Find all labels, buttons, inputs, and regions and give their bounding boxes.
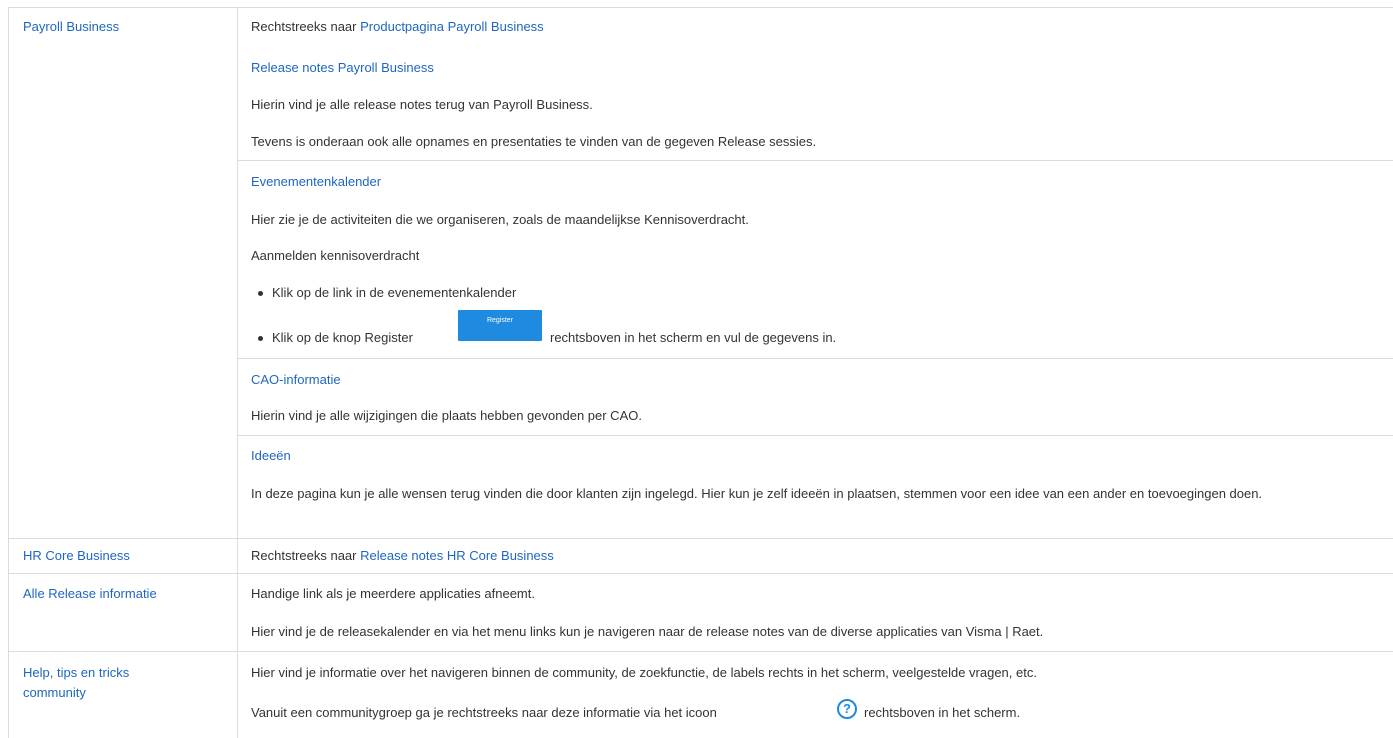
ideeen-link[interactable]: Ideeën (251, 447, 291, 465)
direct-prefix-hr-core: Rechtstreeks naar Release notes HR Core … (251, 547, 554, 565)
cell-divider (237, 358, 1393, 359)
row-divider (8, 573, 1393, 574)
evenementenkalender-link[interactable]: Evenementenkalender (251, 173, 381, 191)
row-divider (8, 651, 1393, 652)
register-button-image: Register (458, 310, 542, 341)
cell-divider (237, 160, 1393, 161)
bullet-text-register-after: rechtsboven in het scherm en vul de gege… (550, 330, 837, 345)
release-notes-hr-core-link[interactable]: Release notes HR Core Business (360, 548, 554, 563)
row-label-payroll-business[interactable]: Payroll Business (23, 18, 119, 36)
bullet-icon (258, 336, 263, 341)
bullet-icon (258, 291, 263, 296)
direct-prefix-payroll: Rechtstreeks naar Productpagina Payroll … (251, 18, 544, 36)
table-left-border (8, 7, 9, 738)
cell-divider (237, 435, 1393, 436)
help-description-2-before: Vanuit een communitygroep ga je rechtstr… (251, 705, 717, 720)
row-label-hr-core-business[interactable]: HR Core Business (23, 547, 130, 565)
register-heading: Aanmelden kennisoverdracht (251, 248, 420, 263)
column-divider (237, 7, 238, 738)
ideas-description: In deze pagina kun je alle wensen terug … (251, 486, 1263, 501)
row-divider (8, 538, 1393, 539)
bullet-text-link-in-calendar: Klik op de link in de evenementenkalende… (272, 285, 517, 300)
bullet-text-register-before: Klik op de knop Register (272, 330, 413, 345)
direct-prefix-text: Rechtstreeks naar (251, 19, 357, 34)
question-circle-icon: ? (837, 699, 857, 719)
row-label-help-community[interactable]: community (23, 684, 86, 702)
row-label-alle-release-informatie[interactable]: Alle Release informatie (23, 585, 157, 603)
direct-prefix-text: Rechtstreeks naar (251, 548, 357, 563)
cao-description: Hierin vind je alle wijzigingen die plaa… (251, 408, 642, 423)
row-label-help-tips-tricks[interactable]: Help, tips en tricks (23, 664, 129, 682)
table-top-border (8, 7, 1393, 8)
events-description: Hier zie je de activiteiten die we organ… (251, 212, 749, 227)
all-release-description-2: Hier vind je de releasekalender en via h… (251, 624, 1044, 639)
release-info-table: Payroll Business Rechtstreeks naar Produ… (0, 0, 1393, 738)
help-description-2-after: rechtsboven in het scherm. (864, 705, 1021, 720)
release-notes-description: Hierin vind je alle release notes terug … (251, 97, 593, 112)
release-notes-payroll-link[interactable]: Release notes Payroll Business (251, 59, 434, 77)
all-release-description-1: Handige link als je meerdere applicaties… (251, 586, 535, 601)
release-sessions-description: Tevens is onderaan ook alle opnames en p… (251, 134, 817, 149)
cao-informatie-link[interactable]: CAO-informatie (251, 371, 341, 389)
help-description-1: Hier vind je informatie over het naviger… (251, 665, 1037, 680)
productpagina-payroll-link[interactable]: Productpagina Payroll Business (360, 19, 544, 34)
